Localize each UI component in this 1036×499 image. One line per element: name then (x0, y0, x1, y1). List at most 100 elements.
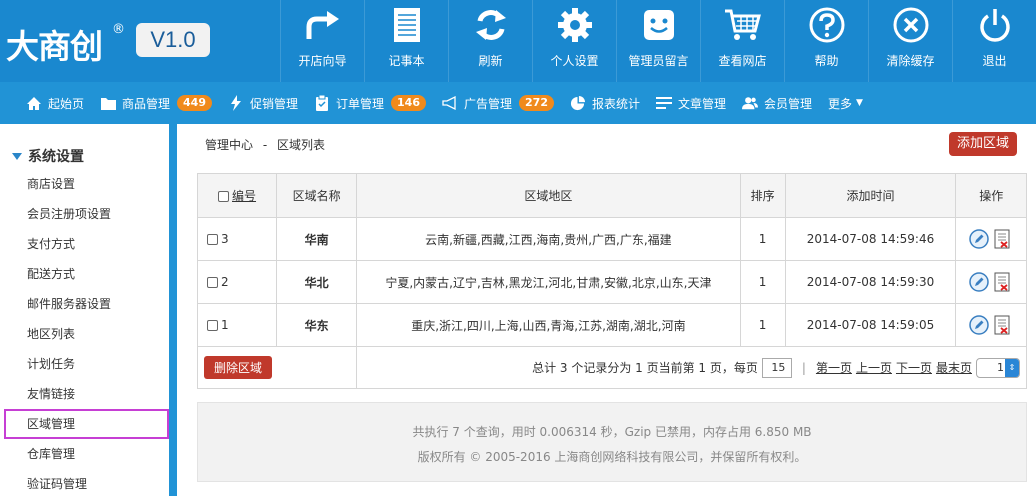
help-icon (785, 0, 869, 50)
goods-count-badge: 449 (177, 95, 212, 111)
home-icon (26, 95, 42, 111)
toolbar-label: 管理员留言 (628, 52, 688, 69)
version-badge: V1.0 (136, 23, 210, 57)
header-id-label[interactable]: 编号 (232, 189, 256, 203)
row-checkbox[interactable] (207, 234, 218, 245)
toolbar-label: 个人设置 (550, 52, 598, 69)
per-page-input[interactable]: 15 (762, 358, 792, 378)
logo: 大商创 ® V1.0 (0, 0, 280, 82)
megaphone-icon (442, 95, 458, 111)
sidebar-group-system-settings[interactable]: 系统设置 (12, 146, 84, 166)
sidebar-item-captcha[interactable]: 验证码管理 (0, 469, 169, 499)
sidebar-item-region-list[interactable]: 地区列表 (0, 319, 169, 349)
row-checkbox[interactable] (207, 277, 218, 288)
clipboard-icon (314, 95, 330, 111)
toolbar-label: 刷新 (478, 52, 502, 69)
delete-doc-icon[interactable] (993, 229, 1013, 249)
select-arrows-icon: ⇕ (1005, 359, 1019, 377)
nav-reports[interactable]: 报表统计 (562, 82, 648, 124)
list-icon (656, 95, 672, 111)
footer-copyright: 版权所有 © 2005-2016 上海商创网络科技有限公司，并保留所有权利。 (198, 448, 1026, 465)
sidebar-item-shipping[interactable]: 配送方式 (0, 259, 169, 289)
pager-cell: 总计 3 个记录分为 1 页当前第 1 页，每页 15 | 第一页 上一页 下一… (357, 347, 1027, 389)
pie-chart-icon (570, 95, 586, 111)
edit-icon[interactable] (969, 272, 989, 292)
row-name: 华南 (277, 218, 357, 261)
toolbar-button-personal-settings[interactable]: 个人设置 (532, 0, 616, 82)
select-all-checkbox[interactable] (218, 191, 229, 202)
main-content: 管理中心 - 区域列表 添加区域 编号 区域名称 区域地区 排序 添加时间 操作… (185, 124, 1036, 496)
caret-down-icon (12, 153, 22, 160)
toolbar-button-logout[interactable]: 退出 (952, 0, 1036, 82)
clear-cache-icon (869, 0, 953, 50)
delete-doc-icon[interactable] (993, 272, 1013, 292)
page-footer: 共执行 7 个查询，用时 0.006314 秒，Gzip 已禁用，内存占用 6.… (197, 402, 1027, 482)
sidebar-item-payment[interactable]: 支付方式 (0, 229, 169, 259)
nav-label: 广告管理 (464, 95, 512, 112)
row-id-cell: 2 (198, 261, 277, 304)
main-nav: 起始页 商品管理 449 促销管理 订单管理 146 广告管理 272 报表统计… (0, 82, 1036, 124)
toolbar-button-admin-message[interactable]: 管理员留言 (616, 0, 700, 82)
page-select[interactable]: 1⇕ (976, 358, 1020, 378)
toolbar-label: 清除缓存 (886, 52, 934, 69)
nav-promotions[interactable]: 促销管理 (220, 82, 306, 124)
row-checkbox[interactable] (207, 320, 218, 331)
row-id: 1 (221, 318, 229, 332)
toolbar-button-view-shop[interactable]: 查看网店 (700, 0, 784, 82)
toolbar-label: 退出 (982, 52, 1006, 69)
add-area-button[interactable]: 添加区域 (949, 132, 1017, 156)
toolbar-button-clear-cache[interactable]: 清除缓存 (868, 0, 952, 82)
row-id-cell: 1 (198, 304, 277, 347)
sidebar-group-label: 系统设置 (28, 146, 84, 166)
header-name: 区域名称 (277, 174, 357, 218)
nav-more[interactable]: 更多 ▼ (820, 82, 871, 124)
row-time: 2014-07-08 14:59:46 (785, 218, 956, 261)
nav-home[interactable]: 起始页 (0, 82, 92, 124)
orders-count-badge: 146 (391, 95, 426, 111)
nav-orders[interactable]: 订单管理 146 (306, 82, 434, 124)
toolbar-button-notepad[interactable]: 记事本 (364, 0, 448, 82)
table-header-row: 编号 区域名称 区域地区 排序 添加时间 操作 (198, 174, 1027, 218)
sidebar-item-mail-server[interactable]: 邮件服务器设置 (0, 289, 169, 319)
next-page-link[interactable]: 下一页 (896, 359, 932, 376)
breadcrumb: 管理中心 - 区域列表 (205, 136, 325, 153)
row-time: 2014-07-08 14:59:05 (785, 304, 956, 347)
footer-stats: 共执行 7 个查询，用时 0.006314 秒，Gzip 已禁用，内存占用 6.… (198, 423, 1026, 440)
breadcrumb-root[interactable]: 管理中心 (205, 138, 253, 152)
sidebar-item-member-registration[interactable]: 会员注册项设置 (0, 199, 169, 229)
pager: 总计 3 个记录分为 1 页当前第 1 页，每页 15 | 第一页 上一页 下一… (357, 358, 1026, 378)
nav-label: 订单管理 (336, 95, 384, 112)
row-id: 3 (221, 232, 229, 246)
first-page-link[interactable]: 第一页 (816, 359, 852, 376)
row-ops (956, 218, 1027, 261)
delete-doc-icon[interactable] (993, 315, 1013, 335)
nav-label: 更多 (828, 95, 852, 112)
nav-articles[interactable]: 文章管理 (648, 82, 734, 124)
nav-label: 起始页 (48, 95, 84, 112)
sidebar-item-shop-settings[interactable]: 商店设置 (0, 169, 169, 199)
row-name: 华北 (277, 261, 357, 304)
breadcrumb-separator: - (263, 138, 267, 152)
header-time: 添加时间 (785, 174, 956, 218)
sidebar-item-scheduled-tasks[interactable]: 计划任务 (0, 349, 169, 379)
header-id[interactable]: 编号 (198, 174, 277, 218)
edit-icon[interactable] (969, 229, 989, 249)
toolbar-button-setup-wizard[interactable]: 开店向导 (280, 0, 364, 82)
last-page-link[interactable]: 最末页 (936, 359, 972, 376)
nav-ads[interactable]: 广告管理 272 (434, 82, 562, 124)
edit-icon[interactable] (969, 315, 989, 335)
row-id-cell: 3 (198, 218, 277, 261)
row-name: 华东 (277, 304, 357, 347)
nav-goods[interactable]: 商品管理 449 (92, 82, 220, 124)
power-icon (953, 0, 1036, 50)
sidebar-item-warehouse[interactable]: 仓库管理 (0, 439, 169, 469)
prev-page-link[interactable]: 上一页 (856, 359, 892, 376)
sidebar-item-area-management[interactable]: 区域管理 (4, 409, 169, 439)
nav-members[interactable]: 会员管理 (734, 82, 820, 124)
pager-summary: 总计 3 个记录分为 1 页当前第 1 页，每页 (532, 359, 758, 376)
delete-area-button[interactable]: 删除区域 (204, 356, 272, 379)
toolbar-button-refresh[interactable]: 刷新 (448, 0, 532, 82)
sidebar-item-friend-links[interactable]: 友情链接 (0, 379, 169, 409)
toolbar-button-help[interactable]: 帮助 (784, 0, 868, 82)
top-header: 大商创 ® V1.0 开店向导 记事本 刷新 个人设置 (0, 0, 1036, 82)
